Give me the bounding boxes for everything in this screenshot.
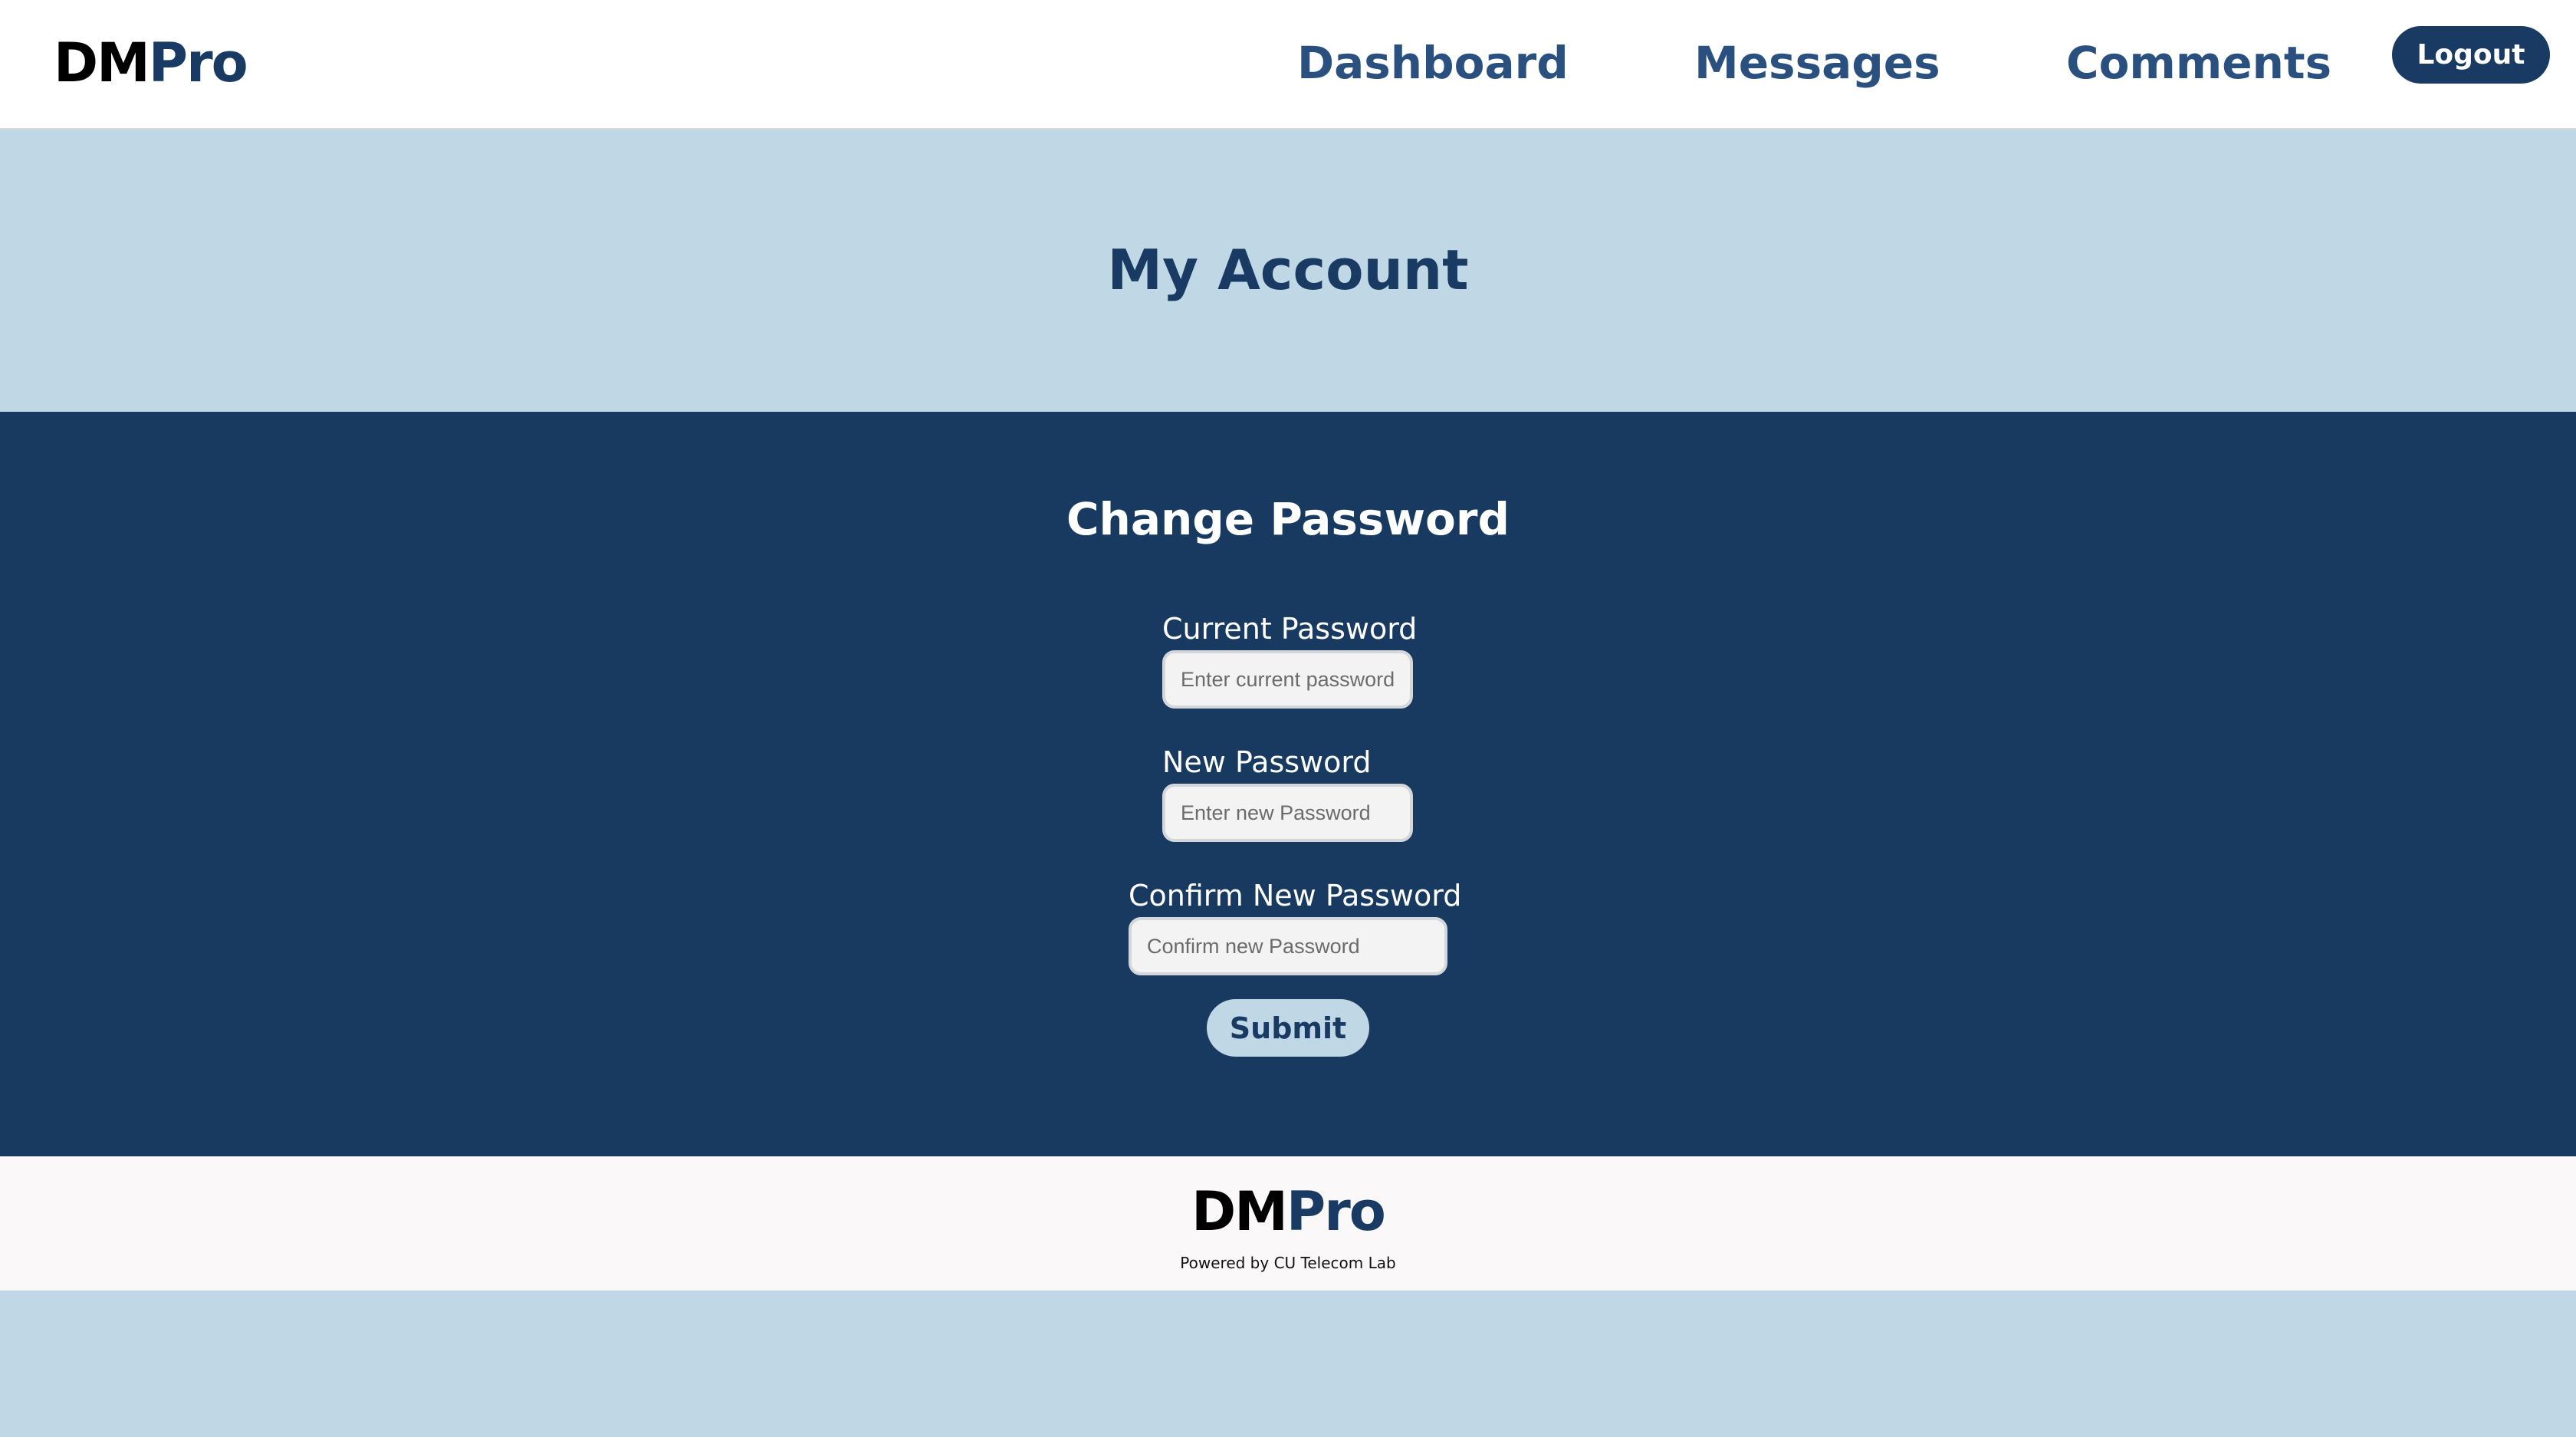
- new-password-label: New Password: [1162, 745, 1372, 779]
- change-password-section: Change Password Current Password New Pas…: [0, 412, 2576, 1156]
- footer-brand-dm: DM: [1191, 1180, 1288, 1243]
- footer: DMPro Powered by CU Telecom Lab: [0, 1156, 2576, 1291]
- top-navbar: DMPro Dashboard Messages Comments Logout: [0, 0, 2576, 130]
- nav-link-messages[interactable]: Messages: [1694, 32, 1940, 94]
- confirm-password-input[interactable]: [1129, 917, 1447, 975]
- account-hero: My Account: [0, 130, 2576, 412]
- brand-logo[interactable]: DMPro: [54, 29, 248, 97]
- logout-button[interactable]: Logout: [2392, 26, 2550, 84]
- page: DMPro Dashboard Messages Comments Logout…: [0, 0, 2576, 1437]
- submit-button[interactable]: Submit: [1207, 999, 1369, 1057]
- footer-brand-pro: Pro: [1286, 1180, 1386, 1243]
- page-title: My Account: [1107, 238, 1469, 302]
- change-password-title: Change Password: [1066, 493, 1510, 545]
- footer-brand-logo: DMPro: [0, 1179, 2576, 1244]
- new-password-input[interactable]: [1162, 784, 1413, 842]
- nav-link-comments[interactable]: Comments: [2066, 32, 2331, 94]
- confirm-password-label: Confirm New Password: [1129, 879, 1462, 913]
- brand-logo-dm: DM: [54, 31, 150, 94]
- brand-logo-pro: Pro: [148, 31, 248, 94]
- current-password-input[interactable]: [1162, 650, 1413, 709]
- current-password-label: Current Password: [1162, 612, 1418, 646]
- footer-powered-by: Powered by CU Telecom Lab: [1180, 1254, 1396, 1272]
- nav-link-dashboard[interactable]: Dashboard: [1297, 32, 1569, 94]
